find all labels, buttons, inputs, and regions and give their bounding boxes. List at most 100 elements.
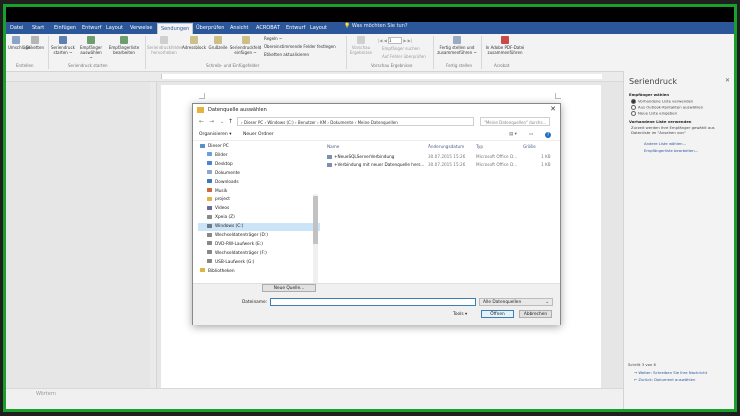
tab-3[interactable]: Entwurf: [79, 23, 104, 34]
file-size: 1 KB: [541, 161, 551, 168]
update-labels-button[interactable]: Etiketten aktualisieren: [264, 52, 309, 57]
new-folder-button[interactable]: Neuer Ordner: [243, 132, 274, 137]
tab-1[interactable]: Start: [29, 23, 47, 34]
tab-2[interactable]: Einfügen: [51, 23, 79, 34]
organize-button[interactable]: Organisieren ▾: [199, 132, 231, 137]
finish-merge-button[interactable]: Fertig stellen und zusammenführen ~: [435, 36, 479, 55]
nav-item[interactable]: project: [198, 196, 320, 204]
tab-6[interactable]: Sendungen: [157, 23, 194, 34]
help-icon[interactable]: ?: [545, 132, 551, 138]
nav-item[interactable]: Musik: [198, 188, 320, 196]
rules-button[interactable]: Regeln ~: [264, 36, 282, 41]
highlight-fields-button[interactable]: Seriendruckfelder hervorheben: [147, 36, 183, 55]
folder-icon: [207, 223, 212, 228]
next-step-link[interactable]: → Weiter: Schreiben Sie Ihre Nachricht: [634, 370, 707, 376]
tab-4[interactable]: Layout: [103, 23, 126, 34]
record-number[interactable]: 1: [388, 37, 403, 44]
nav-item[interactable]: USB-Laufwerk (G:): [198, 259, 320, 267]
file-name-text: +Verbindung mit neuer Datenquelle hers..…: [334, 161, 425, 167]
nav-item[interactable]: Downloads: [198, 179, 320, 187]
nav-item[interactable]: Windows (C:): [198, 223, 320, 232]
filetype-select[interactable]: Alle Datenquellen ⌄: [479, 298, 553, 306]
nav-item[interactable]: Dieser PC: [198, 143, 318, 151]
tab-9[interactable]: ACROBAT: [253, 23, 283, 34]
tab-7[interactable]: Überprüfen: [193, 23, 227, 34]
preview-results-button[interactable]: Vorschau Ergebnisse: [348, 36, 374, 55]
navigation-pane: Dieser PC Bilder Desktop Dokumente Downloads…: [198, 143, 320, 283]
tab-5[interactable]: Verweise: [127, 23, 155, 34]
forward-arrow-icon[interactable]: →: [209, 118, 214, 125]
nav-item[interactable]: Desktop: [198, 161, 320, 169]
select-recipients-label: Empfänger auswählen ~: [79, 45, 102, 60]
open-button[interactable]: Öffnen: [481, 310, 514, 318]
labels-button[interactable]: Etiketten: [26, 36, 44, 50]
folder-icon: [200, 143, 205, 148]
start-mail-merge-button[interactable]: Seriendruck starten ~: [51, 36, 75, 55]
nav-item[interactable]: Xpeia (Z): [198, 214, 320, 222]
choose-other-list-link[interactable]: Andere Liste wählen...: [644, 141, 686, 147]
labels-icon: [31, 36, 39, 44]
address-block-button[interactable]: Adressblock: [182, 36, 206, 50]
back-arrow-icon[interactable]: ←: [199, 118, 204, 125]
filename-field[interactable]: [270, 298, 476, 306]
find-recipient-button[interactable]: Empfänger suchen: [382, 46, 420, 51]
tab-0[interactable]: Datei: [7, 23, 26, 34]
option-existing-list[interactable]: Vorhandene Liste verwenden: [631, 99, 693, 104]
close-icon[interactable]: ✕: [550, 105, 556, 113]
edit-recipient-list-label: Empfängerliste bearbeiten: [108, 45, 140, 55]
check-errors-label: Auf Fehler überprüfen: [382, 54, 426, 59]
file-name-text: +NeueSQLServerVerbindung: [334, 154, 395, 159]
select-data-source-dialog: Datenquelle auswählen ✕ ← → ⌄ ↑ › Dieser…: [192, 103, 561, 325]
nav-item[interactable]: Dokumente: [198, 170, 320, 178]
nav-item[interactable]: Videos: [198, 205, 320, 213]
nav-item[interactable]: Bilder: [198, 152, 320, 160]
nav-item-label: Dieser PC: [208, 144, 229, 149]
greeting-line-button[interactable]: Grußzeile: [208, 36, 228, 50]
address-bar[interactable]: › Dieser PC › Windows (C:) › Benutzer › …: [237, 117, 474, 126]
record-navigator[interactable]: |◀ ◀ 1 ▶ ▶|: [378, 37, 412, 44]
nav-item[interactable]: Wechseldatenträger (D:): [198, 232, 320, 240]
new-source-button[interactable]: Neue Quelle...: [262, 284, 316, 292]
previous-step-link[interactable]: ← Zurück: Dokument auswählen: [634, 377, 695, 383]
nav-item[interactable]: Bibliotheken: [198, 268, 318, 276]
close-icon[interactable]: ✕: [725, 77, 730, 84]
envelopes-button[interactable]: Umschläge: [8, 36, 30, 50]
file-date-text: 30.07.2015 15:26: [428, 154, 466, 159]
match-fields-button[interactable]: Übereinstimmende Felder festlegen: [264, 44, 336, 49]
nav-item[interactable]: Wechseldatenträger (F:): [198, 250, 320, 258]
tools-button[interactable]: Tools ▾: [453, 312, 467, 317]
cancel-button[interactable]: Abbrechen: [519, 310, 552, 318]
view-options-icon[interactable]: ▤ ▾: [509, 132, 517, 137]
nav-scrollbar-thumb[interactable]: [313, 196, 318, 244]
edit-recipients-link[interactable]: Empfängerliste bearbeiten...: [644, 148, 698, 154]
search-input[interactable]: "Meine Datenquellen" durchs...: [480, 117, 550, 126]
option-outlook[interactable]: Aus Outlook-Kontakten auswählen: [631, 105, 703, 110]
vertical-ruler[interactable]: [150, 82, 157, 388]
column-header-type[interactable]: Typ: [476, 144, 483, 149]
check-errors-button[interactable]: Auf Fehler überprüfen: [382, 54, 426, 59]
merge-to-pdf-button[interactable]: In Adobe PDF-Datei zusammenführen: [483, 36, 527, 55]
option-new-list[interactable]: Neue Liste eingeben: [631, 111, 677, 116]
filename-label: Dateiname:: [242, 300, 268, 305]
recent-dropdown-icon[interactable]: ⌄: [220, 119, 224, 125]
tab-11[interactable]: Layout: [307, 23, 330, 34]
column-header-name[interactable]: Name: [327, 144, 339, 149]
edit-recipient-list-button[interactable]: Empfängerliste bearbeiten: [106, 36, 142, 55]
column-header-size[interactable]: Größe: [523, 144, 536, 149]
screen: Datei Start Einfügen Entwurf Layout Verweise S…: [0, 0, 740, 416]
table-row[interactable]: +NeueSQLServerVerbindung 30.07.2015 15:26…: [323, 153, 555, 160]
tab-10[interactable]: Entwurf: [283, 23, 308, 34]
select-recipients-button[interactable]: Empfänger auswählen ~: [78, 36, 104, 60]
preview-pane-icon[interactable]: ▭: [529, 132, 533, 137]
column-header-date[interactable]: Änderungsdatum: [428, 144, 464, 149]
table-row[interactable]: +Verbindung mit neuer Datenquelle hers..…: [323, 161, 555, 168]
tab-8[interactable]: Ansicht: [227, 23, 251, 34]
nav-item[interactable]: DVD-RW-Laufwerk (E:): [198, 241, 320, 249]
group-label-start-merge: Seriendruck starten: [68, 63, 108, 68]
tell-me-box[interactable]: 💡 Was möchten Sie tun?: [344, 23, 408, 29]
update-labels-label: Etiketten aktualisieren: [264, 52, 309, 57]
insert-merge-field-button[interactable]: Seriendruckfeld einfügen ~: [229, 36, 262, 55]
up-arrow-icon[interactable]: ↑: [228, 118, 233, 125]
pane-description: Zurzeit werden Ihre Empfänger gewählt au…: [631, 125, 715, 135]
file-name: +NeueSQLServerVerbindung: [327, 153, 394, 160]
